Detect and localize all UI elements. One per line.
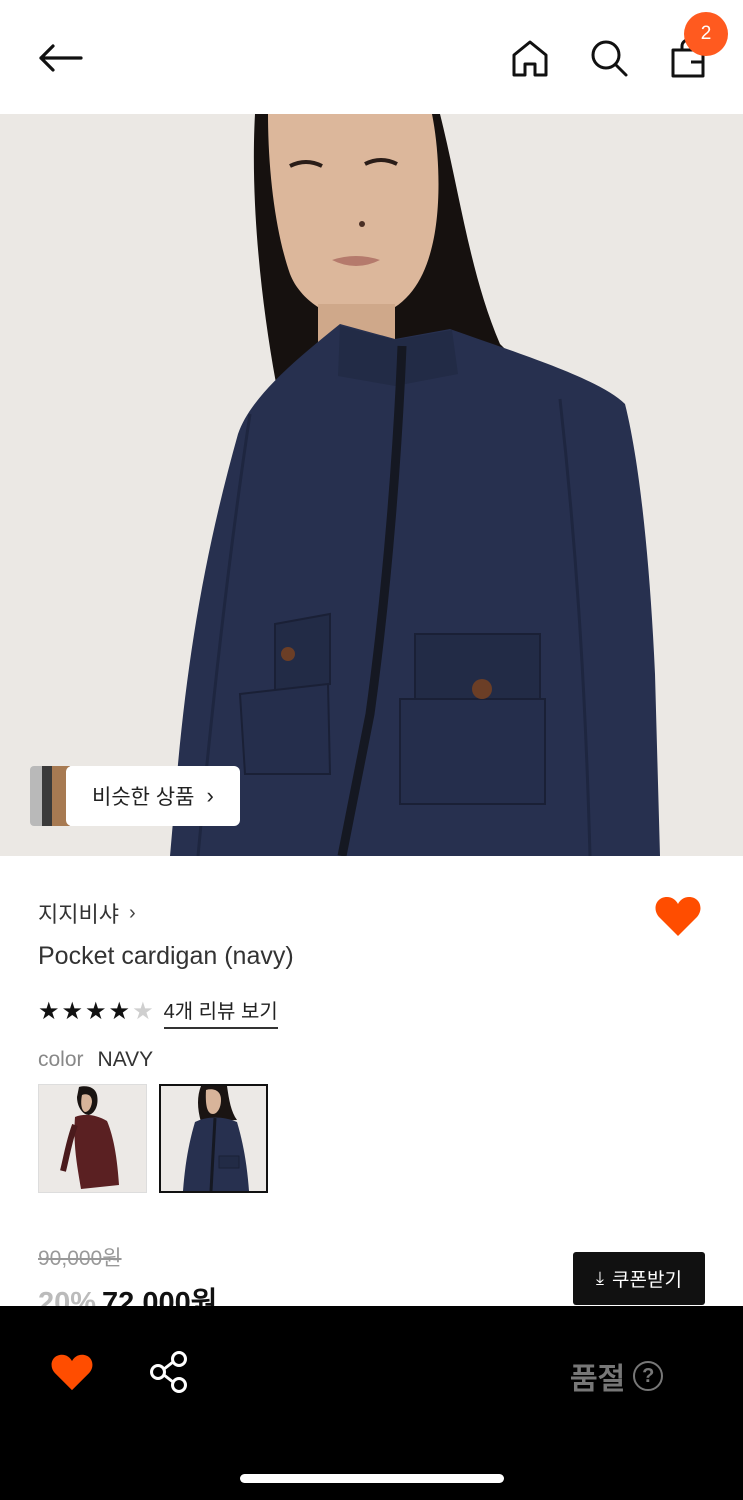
search-icon xyxy=(591,40,628,77)
brand-link[interactable]: 지지비샤 › xyxy=(38,897,136,929)
star-empty-icon: ★ xyxy=(132,998,154,1025)
heart-icon xyxy=(655,897,701,936)
color-swatch-navy[interactable] xyxy=(159,1084,268,1193)
top-nav-bar: 2 xyxy=(0,0,743,114)
share-icon xyxy=(150,1351,187,1393)
color-swatch-burgundy[interactable] xyxy=(38,1084,147,1193)
coupon-label: 쿠폰받기 xyxy=(612,1270,682,1291)
star-filled-icon: ★ xyxy=(85,998,107,1025)
similar-products-thumbnail xyxy=(30,766,70,826)
rating-row: ★ ★ ★ ★ ★ 4개 리뷰 보기 xyxy=(38,995,278,1029)
similar-products-label: 비슷한 상품 xyxy=(92,786,195,809)
star-filled-icon: ★ xyxy=(108,998,131,1025)
product-title: Pocket cardigan (navy) xyxy=(38,942,294,970)
wishlist-button[interactable] xyxy=(50,1352,94,1392)
reviews-link[interactable]: 4개 리뷰 보기 xyxy=(163,995,278,1029)
star-filled-icon: ★ xyxy=(38,998,60,1025)
color-selector-label: color NAVY xyxy=(38,1048,153,1072)
rating-stars: ★ ★ ★ ★ ★ xyxy=(38,1000,154,1024)
home-button[interactable] xyxy=(506,34,554,82)
cart-count-badge: 2 xyxy=(684,12,728,56)
favorite-button[interactable] xyxy=(654,894,704,940)
download-icon: ⤓ xyxy=(596,1268,605,1288)
color-value: NAVY xyxy=(97,1048,154,1071)
product-photo xyxy=(0,114,743,856)
help-icon[interactable]: ? xyxy=(633,1361,664,1391)
swatch-photo xyxy=(161,1086,266,1191)
sold-out-label: 품절 xyxy=(570,1363,626,1396)
get-coupon-button[interactable]: ⤓ 쿠폰받기 xyxy=(573,1252,705,1305)
home-indicator xyxy=(240,1474,504,1483)
share-button[interactable] xyxy=(148,1350,190,1394)
back-button[interactable] xyxy=(36,34,84,82)
brand-name: 지지비샤 xyxy=(38,902,119,927)
heart-icon xyxy=(51,1354,93,1391)
arrow-left-icon xyxy=(39,44,83,72)
star-filled-icon: ★ xyxy=(61,998,84,1025)
chevron-right-icon: › xyxy=(128,901,136,924)
color-label: color xyxy=(38,1048,84,1071)
product-image[interactable]: 비슷한 상품 › xyxy=(0,114,743,856)
similar-products-button[interactable]: 비슷한 상품 › xyxy=(30,766,240,826)
bottom-action-bar: 품절 ? xyxy=(0,1306,743,1500)
swatch-photo xyxy=(39,1085,146,1192)
chevron-right-icon: › xyxy=(206,783,214,808)
search-button[interactable] xyxy=(585,34,633,82)
original-price: 90,000원 xyxy=(38,1247,122,1270)
sold-out-status: 품절 ? xyxy=(570,1354,664,1398)
home-icon xyxy=(512,40,548,77)
